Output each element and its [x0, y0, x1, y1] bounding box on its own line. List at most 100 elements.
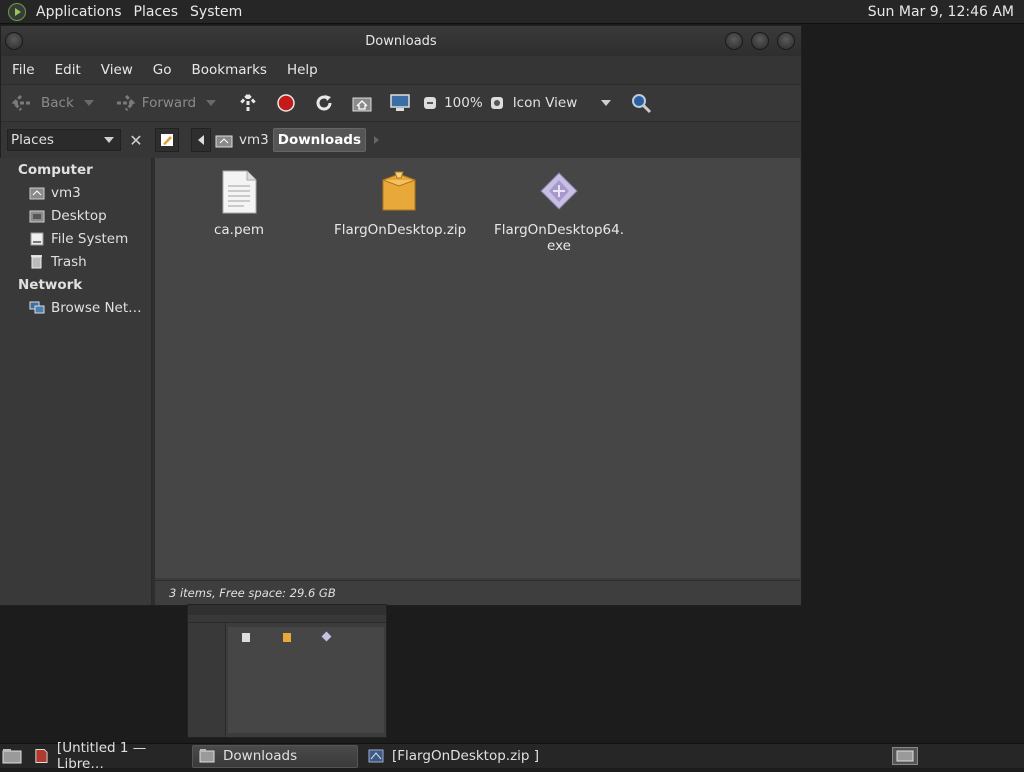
- crumb-label: vm3: [239, 132, 269, 148]
- file-item[interactable]: FlargOnDesktop.zip: [334, 164, 467, 238]
- desktop-folder-icon: [28, 208, 45, 223]
- crumb-downloads[interactable]: Downloads: [272, 128, 367, 152]
- task-label: [Untitled 1 — Libre…: [56, 740, 147, 772]
- home-folder-icon: [215, 135, 233, 147]
- sidebar-item-label: Desktop: [51, 207, 107, 224]
- preview-content: [228, 627, 384, 733]
- file-name: FlargOnDesktop64. exe: [494, 222, 624, 254]
- window-titlebar[interactable]: Downloads: [1, 26, 801, 56]
- up-arrow-icon[interactable]: [236, 91, 260, 115]
- task-label: [FlargOnDesktop.zip ]: [392, 748, 540, 764]
- chevron-down-icon: [104, 137, 114, 143]
- crumb-scroll-right-icon[interactable]: [374, 136, 380, 144]
- text-file-icon: [222, 170, 257, 214]
- task-archive-manager[interactable]: [FlargOnDesktop.zip ]: [362, 745, 562, 768]
- sidebar-item-label: Browse Net…: [51, 299, 142, 316]
- zoom-level: 100%: [444, 95, 483, 111]
- sidebar-item-browse-network[interactable]: Browse Net…: [0, 296, 151, 319]
- trash-icon: [28, 254, 45, 269]
- sidebar-item-file-system[interactable]: File System: [0, 227, 151, 250]
- zoom-in-icon[interactable]: [485, 91, 509, 115]
- sidebar-item-label: Trash: [51, 253, 87, 270]
- sidebar-item-vm3[interactable]: vm3: [0, 181, 151, 204]
- window-title: Downloads: [365, 33, 437, 49]
- preview-file-icon: [242, 633, 250, 642]
- file-name: ca.pem: [213, 222, 264, 238]
- close-button[interactable]: [777, 32, 795, 50]
- forward-label: Forward: [141, 95, 197, 111]
- file-view[interactable]: ca.pem FlargOnDesktop.zip FlargOnDesktop…: [155, 158, 800, 578]
- view-mode-select[interactable]: Icon View: [513, 95, 578, 111]
- archive-icon: [382, 171, 416, 211]
- menu-view[interactable]: View: [94, 62, 146, 78]
- task-downloads[interactable]: Downloads: [192, 744, 358, 768]
- view-mode-dropdown-icon[interactable]: [601, 100, 612, 106]
- toggle-location-entry-button[interactable]: [155, 128, 179, 152]
- clock[interactable]: Sun Mar 9, 12:46 AM: [868, 4, 1024, 20]
- window-menu-button[interactable]: [5, 32, 23, 50]
- back-label: Back: [41, 95, 74, 111]
- task-label: Downloads: [223, 748, 298, 764]
- search-icon[interactable]: [629, 91, 653, 115]
- sidebar-pane-label: Places: [11, 132, 54, 148]
- menu-file[interactable]: File: [5, 62, 48, 78]
- menubar: File Edit View Go Bookmarks Help: [1, 56, 801, 84]
- archive-manager-icon: [368, 749, 384, 763]
- network-icon: [28, 300, 45, 315]
- places-menu[interactable]: Places: [128, 0, 185, 24]
- preview-toolbar: [188, 615, 386, 623]
- crumb-home[interactable]: vm3: [211, 128, 273, 152]
- preview-sidebar: [188, 623, 226, 737]
- file-name: FlargOnDesktop.zip: [334, 222, 467, 238]
- menu-go[interactable]: Go: [146, 62, 185, 78]
- workspace-switcher[interactable]: [892, 747, 918, 765]
- executable-icon: [540, 172, 578, 210]
- preview-titlebar: [188, 605, 386, 615]
- computer-icon[interactable]: [388, 91, 412, 115]
- preview-archive-icon: [283, 633, 291, 642]
- menu-bookmarks[interactable]: Bookmarks: [185, 62, 280, 78]
- bottom-taskbar: [Untitled 1 — Libre… Downloads [FlargOnD…: [0, 740, 1024, 772]
- menu-edit[interactable]: Edit: [48, 62, 94, 78]
- drive-icon: [28, 231, 45, 246]
- maximize-button[interactable]: [751, 32, 769, 50]
- main-menu-icon[interactable]: [8, 2, 26, 21]
- close-icon[interactable]: ✕: [125, 129, 147, 151]
- forward-button[interactable]: Forward: [112, 88, 217, 118]
- status-bar: 3 items, Free space: 29.6 GB: [155, 580, 800, 605]
- sidebar-item-desktop[interactable]: Desktop: [0, 204, 151, 227]
- sidebar-heading-network: Network: [18, 277, 83, 293]
- zoom-out-icon[interactable]: [418, 91, 442, 115]
- menu-help[interactable]: Help: [280, 62, 331, 78]
- system-menu[interactable]: System: [184, 0, 248, 24]
- home-icon[interactable]: [350, 91, 374, 115]
- toolbar: Back Forward 100% Icon View: [1, 84, 801, 122]
- back-button[interactable]: Back: [11, 88, 94, 118]
- sidebar-item-label: File System: [51, 230, 129, 247]
- show-desktop-icon[interactable]: [0, 746, 24, 766]
- folder-icon: [199, 749, 215, 763]
- minimize-button[interactable]: [725, 32, 743, 50]
- stop-icon[interactable]: [274, 91, 298, 115]
- preview-executable-icon: [321, 631, 332, 642]
- file-item[interactable]: FlargOnDesktop64. exe: [494, 164, 624, 254]
- forward-history-arrow-icon[interactable]: [206, 100, 217, 106]
- sidebar-item-label: vm3: [51, 184, 81, 201]
- sidebar-item-trash[interactable]: Trash: [0, 250, 151, 273]
- back-arrow-icon: [11, 91, 35, 115]
- reload-icon[interactable]: [312, 91, 336, 115]
- workspace-icon: [896, 750, 914, 762]
- libreoffice-writer-icon: [35, 749, 48, 763]
- back-history-arrow-icon[interactable]: [83, 100, 94, 106]
- applications-menu[interactable]: Applications: [30, 0, 128, 24]
- status-text: 3 items, Free space: 29.6 GB: [169, 586, 336, 600]
- sidebar-pane-select[interactable]: Places: [7, 129, 121, 151]
- file-item[interactable]: ca.pem: [174, 164, 304, 238]
- crumb-label: Downloads: [277, 132, 362, 148]
- sidebar-heading-computer: Computer: [18, 162, 93, 178]
- crumb-scroll-left-icon[interactable]: [191, 128, 211, 152]
- forward-arrow-icon: [112, 91, 136, 115]
- window-preview-thumbnail[interactable]: [187, 604, 387, 738]
- top-panel: Applications Places System Sun Mar 9, 12…: [0, 0, 1024, 24]
- task-libreoffice[interactable]: [Untitled 1 — Libre…: [28, 740, 188, 772]
